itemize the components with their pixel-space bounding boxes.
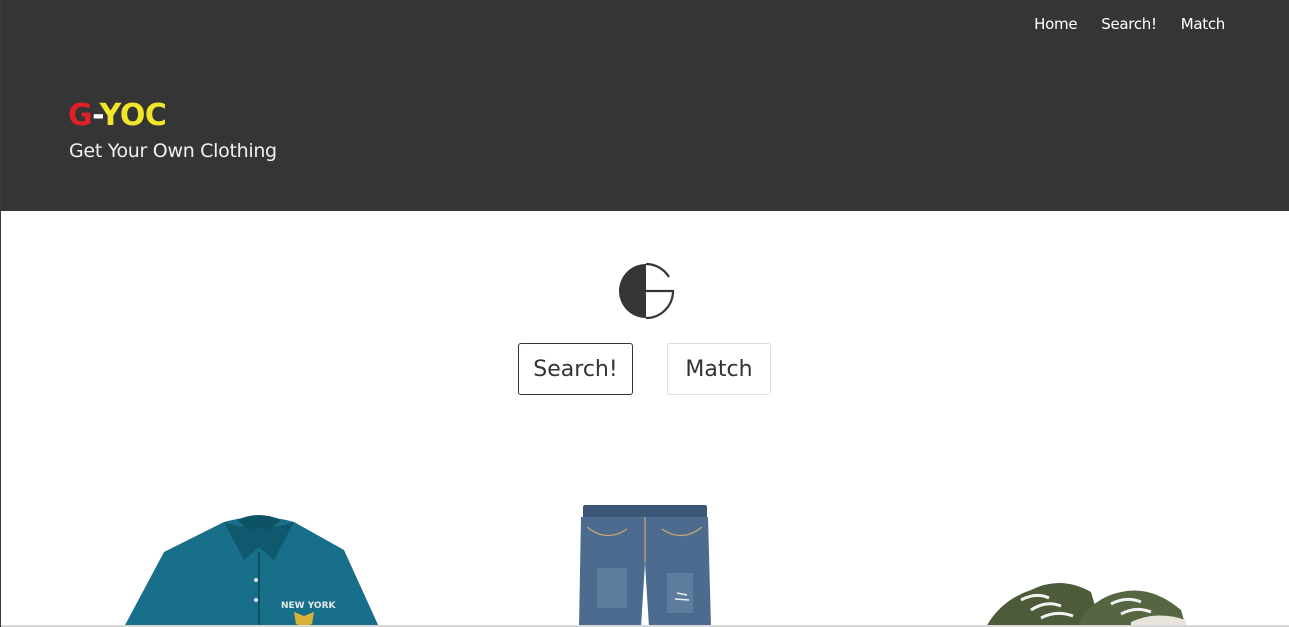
nav-search-link[interactable]: Search! (1101, 15, 1157, 33)
search-button[interactable]: Search! (518, 343, 633, 395)
match-button[interactable]: Match (667, 343, 771, 395)
site-header: Home Search! Match G-YOC Get Your Own Cl… (1, 0, 1289, 211)
brand-letters-yoc: YOC (99, 98, 167, 133)
polo-print-text: NEW YORK (281, 601, 337, 611)
nav-home-link[interactable]: Home (1034, 15, 1077, 33)
product-shorts-image[interactable] (577, 503, 712, 627)
nav-match-link[interactable]: Match (1181, 15, 1226, 33)
brand-dash: - (92, 98, 100, 133)
brand-tagline: Get Your Own Clothing (69, 140, 277, 162)
brand-letter-g: G (68, 98, 93, 133)
brand-title: G-YOC (68, 98, 167, 134)
g-logo-icon (619, 262, 675, 320)
product-sneakers-image[interactable] (981, 570, 1191, 627)
top-nav: Home Search! Match (1010, 15, 1225, 33)
page: Home Search! Match G-YOC Get Your Own Cl… (0, 0, 1289, 627)
product-polo-image[interactable]: NEW YORK (119, 512, 389, 627)
